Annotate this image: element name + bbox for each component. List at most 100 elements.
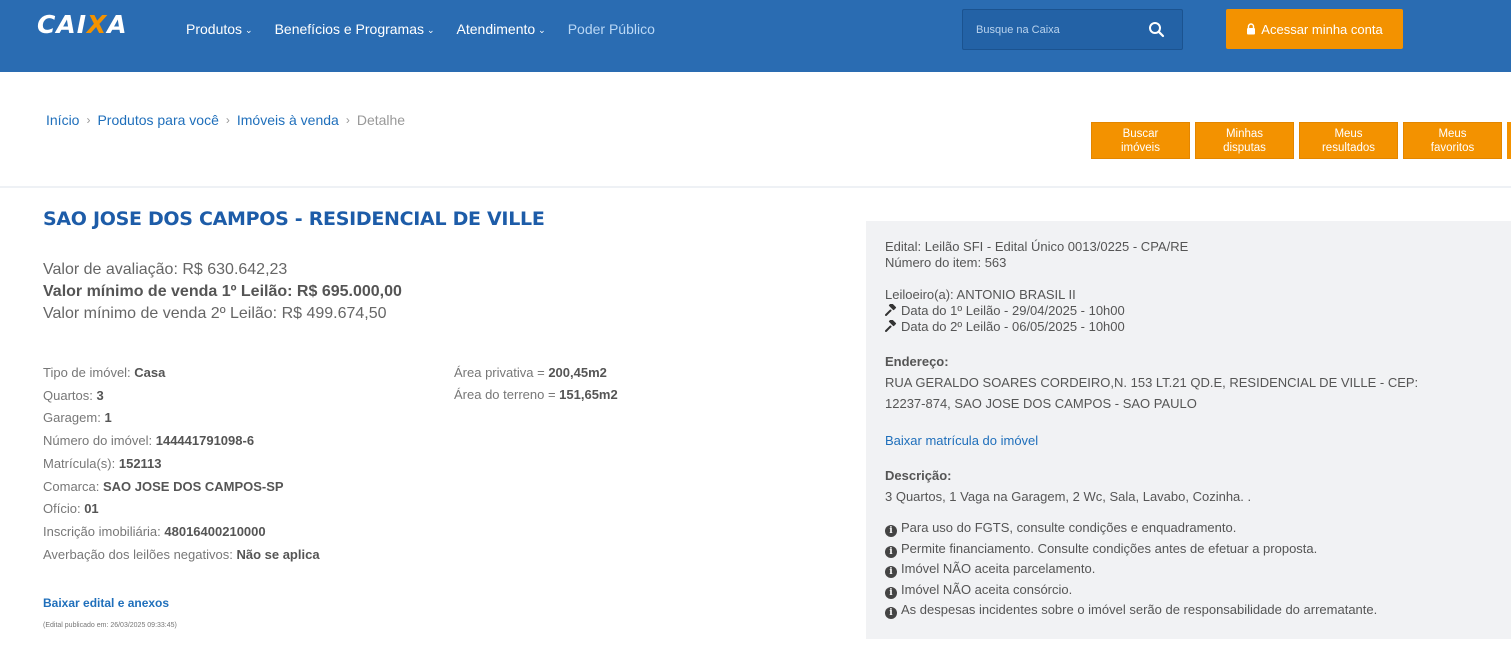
note-text: Permite financiamento. Consulte condiçõe… bbox=[901, 540, 1318, 556]
info-icon: i bbox=[885, 586, 897, 599]
buscar-imoveis-line1: Buscar bbox=[1122, 127, 1159, 140]
breadcrumb-imoveis[interactable]: Imóveis à venda bbox=[237, 112, 339, 128]
buscar-imoveis-button[interactable]: Buscar imóveis bbox=[1091, 122, 1190, 159]
data-2-leilao: Data do 2º Leilão - 06/05/2025 - 10h00 bbox=[901, 319, 1125, 334]
detail-value: SAO JOSE DOS CAMPOS-SP bbox=[102, 478, 284, 494]
chevron-down-icon: ⌄ bbox=[538, 25, 546, 35]
info-icon: i bbox=[885, 545, 897, 558]
note-item: i Imóvel NÃO aceita parcelamento. bbox=[885, 559, 1377, 580]
lock-icon bbox=[1247, 23, 1256, 35]
logo-text-left: CAI bbox=[37, 10, 87, 39]
endereco-line-2: 12237-874, SAO JOSE DOS CAMPOS - SAO PAU… bbox=[885, 396, 1197, 411]
property-areas: Área privativa = 200,45m2 Área do terren… bbox=[454, 362, 618, 406]
detail-label: Ofício: bbox=[43, 501, 81, 517]
data-1-leilao-row: Data do 1º Leilão - 29/04/2025 - 10h00 bbox=[885, 303, 1125, 319]
breadcrumb-inicio[interactable]: Início bbox=[46, 112, 79, 128]
area-value: 151,65m2 bbox=[559, 387, 618, 402]
edital-name: Edital: Leilão SFI - Edital Único 0013/0… bbox=[885, 239, 1189, 254]
data-1-leilao: Data do 1º Leilão - 29/04/2025 - 10h00 bbox=[901, 303, 1125, 318]
nav-produtos-label: Produtos bbox=[186, 21, 243, 37]
minhas-disputas-line2: disputas bbox=[1223, 141, 1266, 154]
action-buttons: Buscar imóveis Minhas disputas Meus resulta… bbox=[1091, 122, 1511, 159]
valor-2-leilao: Valor mínimo de venda 2º Leilão: R$ 499.… bbox=[43, 305, 387, 322]
minhas-disputas-line1: Minhas bbox=[1225, 127, 1264, 140]
detail-row: Matrícula(s): 152113 bbox=[43, 453, 320, 476]
leiloeiro-info: Leiloeiro(a): ANTONIO BRASIL II Data do … bbox=[885, 287, 1125, 335]
detail-row: Ofício: 01 bbox=[43, 498, 320, 521]
nav-beneficios-label: Benefícios e Programas bbox=[274, 21, 424, 37]
valor-1-leilao: Valor mínimo de venda 1º Leilão: R$ 695.… bbox=[43, 283, 402, 300]
note-item: i Imóvel NÃO aceita consórcio. bbox=[885, 580, 1377, 601]
detail-row: Averbação dos leilões negativos: Não se … bbox=[43, 544, 320, 567]
leiloeiro-name: Leiloeiro(a): ANTONIO BRASIL II bbox=[885, 287, 1076, 302]
detail-label: Comarca: bbox=[43, 478, 100, 494]
nav-poder-publico[interactable]: Poder Público bbox=[568, 21, 655, 37]
caixa-logo[interactable]: CAIXA bbox=[37, 10, 128, 39]
action-button-overflow[interactable] bbox=[1507, 122, 1511, 159]
area-row: Área do terreno = 151,65m2 bbox=[454, 384, 618, 406]
breadcrumb-produtos[interactable]: Produtos para você bbox=[97, 112, 218, 128]
main-nav: Produtos ⌄ Benefícios e Programas ⌄ Atendi… bbox=[186, 21, 677, 37]
property-values: Valor de avaliação: R$ 630.642,23 Valor … bbox=[43, 259, 402, 325]
top-header: CAIXA Produtos ⌄ Benefícios e Programas ⌄ … bbox=[0, 0, 1511, 72]
endereco-line-1: RUA GERALDO SOARES CORDEIRO,N. 153 LT.21… bbox=[885, 375, 1419, 390]
detail-value: 144441791098-6 bbox=[155, 433, 255, 449]
nav-atendimento[interactable]: Atendimento ⌄ bbox=[457, 21, 546, 37]
breadcrumb-separator: › bbox=[86, 113, 91, 127]
descricao-section: Descrição: 3 Quartos, 1 Vaga na Garagem,… bbox=[885, 465, 1251, 507]
meus-resultados-button[interactable]: Meus resultados bbox=[1299, 122, 1398, 159]
meus-resultados-line1: Meus bbox=[1334, 127, 1363, 140]
note-item: i Para uso do FGTS, consulte condições e … bbox=[885, 518, 1377, 539]
property-details: Tipo de imóvel: Casa Quartos: 3 Garagem:… bbox=[43, 362, 320, 566]
download-matricula-link[interactable]: Baixar matrícula do imóvel bbox=[885, 433, 1038, 448]
note-item: i Permite financiamento. Consulte condiçõ… bbox=[885, 539, 1377, 560]
gavel-icon bbox=[885, 304, 897, 316]
descricao-label: Descrição: bbox=[885, 468, 952, 483]
download-edital-link[interactable]: Baixar edital e anexos bbox=[43, 596, 169, 610]
detail-row: Número do imóvel: 144441791098-6 bbox=[43, 430, 320, 453]
detail-row: Comarca: SAO JOSE DOS CAMPOS-SP bbox=[43, 476, 320, 499]
detail-label: Garagem: bbox=[43, 410, 101, 426]
detail-label: Matrícula(s): bbox=[43, 455, 116, 471]
area-label: Área do terreno = bbox=[454, 387, 556, 402]
info-icon: i bbox=[885, 566, 897, 579]
breadcrumb-separator: › bbox=[345, 113, 350, 127]
valor-avaliacao: Valor de avaliação: R$ 630.642,23 bbox=[43, 261, 288, 278]
detail-label: Quartos: bbox=[43, 387, 93, 403]
nav-atendimento-label: Atendimento bbox=[456, 21, 536, 37]
detail-row: Inscrição imobiliária: 48016400210000 bbox=[43, 521, 320, 544]
meus-favoritos-line1: Meus bbox=[1438, 127, 1467, 140]
endereco-section: Endereço: RUA GERALDO SOARES CORDEIRO,N.… bbox=[885, 351, 1418, 414]
nav-produtos[interactable]: Produtos ⌄ bbox=[186, 21, 253, 37]
note-text: Imóvel NÃO aceita parcelamento. bbox=[901, 561, 1096, 576]
nav-beneficios[interactable]: Benefícios e Programas ⌄ bbox=[275, 21, 435, 37]
descricao-text: 3 Quartos, 1 Vaga na Garagem, 2 Wc, Sala… bbox=[885, 489, 1252, 504]
auction-info-panel: Edital: Leilão SFI - Edital Único 0013/0… bbox=[866, 221, 1511, 639]
detail-row: Garagem: 1 bbox=[43, 407, 320, 430]
detail-value: 48016400210000 bbox=[164, 523, 266, 539]
minhas-disputas-button[interactable]: Minhas disputas bbox=[1195, 122, 1294, 159]
detail-label: Averbação dos leilões negativos: bbox=[43, 546, 233, 562]
access-account-button[interactable]: Acessar minha conta bbox=[1226, 9, 1403, 49]
access-account-label: Acessar minha conta bbox=[1261, 21, 1383, 37]
search-input[interactable] bbox=[963, 23, 1143, 36]
data-2-leilao-row: Data do 2º Leilão - 06/05/2025 - 10h00 bbox=[885, 319, 1125, 335]
detail-label: Inscrição imobiliária: bbox=[43, 523, 161, 539]
edital-info: Edital: Leilão SFI - Edital Único 0013/0… bbox=[885, 239, 1188, 271]
area-value: 200,45m2 bbox=[548, 365, 607, 380]
detail-value: 01 bbox=[84, 501, 99, 517]
detail-value: Não se aplica bbox=[236, 546, 320, 562]
detail-label: Tipo de imóvel: bbox=[43, 365, 131, 380]
meus-favoritos-button[interactable]: Meus favoritos bbox=[1403, 122, 1502, 159]
area-label: Área privativa = bbox=[454, 365, 545, 380]
note-text: Imóvel NÃO aceita consórcio. bbox=[901, 581, 1073, 597]
search-icon[interactable] bbox=[1148, 21, 1165, 38]
nav-poder-publico-label: Poder Público bbox=[567, 21, 655, 37]
detail-row: Tipo de imóvel: Casa bbox=[43, 362, 320, 385]
section-divider bbox=[0, 186, 1511, 188]
breadcrumb-separator: › bbox=[225, 113, 230, 127]
endereco-label: Endereço: bbox=[885, 354, 949, 369]
logo-text-right: A bbox=[107, 10, 128, 39]
buscar-imoveis-line2: imóveis bbox=[1121, 141, 1160, 154]
logo-text-x: X bbox=[87, 10, 108, 39]
